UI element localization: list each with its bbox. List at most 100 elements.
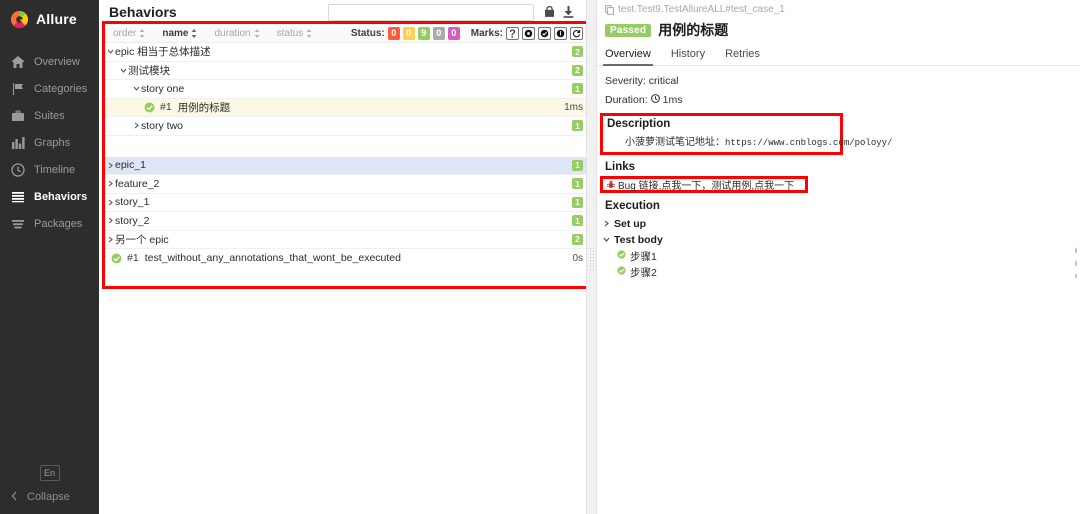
passed-status-icon bbox=[144, 102, 155, 113]
tree-row-number: #1 bbox=[160, 101, 172, 114]
list-icon bbox=[11, 190, 25, 204]
status-badge-broken[interactable]: 0 bbox=[402, 26, 415, 40]
status-badge-skipped[interactable]: 0 bbox=[432, 26, 445, 40]
duration-label: Duration: bbox=[605, 94, 648, 106]
chevron-down-icon bbox=[118, 67, 128, 74]
home-icon bbox=[11, 55, 25, 69]
search-wrapper bbox=[187, 3, 534, 21]
sort-toolbar: order name duration status Status: 0 0 9… bbox=[105, 24, 589, 43]
execution-heading: Execution bbox=[605, 200, 660, 212]
tree-row-count: 2 bbox=[572, 64, 583, 76]
sidebar-item-graphs[interactable]: Graphs bbox=[0, 129, 99, 156]
duration-value: 1ms bbox=[662, 94, 683, 106]
flag-icon bbox=[11, 82, 25, 96]
sidebar-item-categories[interactable]: Categories bbox=[0, 75, 99, 102]
tree-row-label: story two bbox=[141, 119, 184, 132]
bug-link-icon bbox=[607, 178, 615, 192]
sort-arrows-icon bbox=[139, 28, 145, 38]
tree-row-feature-2[interactable]: feature_2 1 bbox=[105, 175, 589, 194]
info-icon[interactable] bbox=[544, 6, 555, 18]
sidebar-item-suites[interactable]: Suites bbox=[0, 102, 99, 129]
tree-row-label: test_without_any_annotations_that_wont_b… bbox=[144, 252, 401, 265]
tree-row-count: 1 bbox=[572, 159, 583, 171]
fixed-icon[interactable] bbox=[538, 26, 551, 40]
chevron-right-icon bbox=[105, 180, 115, 187]
chevron-right-icon bbox=[105, 199, 115, 206]
tree-row-other-epic[interactable]: 另一个 epic 2 bbox=[105, 231, 589, 249]
clock-icon bbox=[11, 162, 25, 177]
pane-resize-handle[interactable] bbox=[586, 0, 597, 514]
behaviors-tree-highlight-box: order name duration status Status: 0 0 9… bbox=[102, 21, 592, 289]
unknown-icon[interactable] bbox=[522, 26, 535, 40]
tree-row-label: epic_1 bbox=[115, 159, 146, 172]
sort-status[interactable]: status bbox=[277, 28, 313, 39]
tree-row-label: 用例的标题 bbox=[177, 101, 231, 114]
sidebar-item-label: Behaviors bbox=[34, 190, 88, 203]
sidebar-item-label: Timeline bbox=[34, 163, 76, 176]
test-detail-pane: test.Test9.TestAllureALL#test_case_1 Pas… bbox=[597, 0, 1080, 514]
tree-row-duration: 1ms bbox=[564, 101, 583, 113]
tree-row-story-2[interactable]: story_2 1 bbox=[105, 212, 589, 231]
tree-row-count: 1 bbox=[572, 83, 583, 95]
detail-tabs: Overview History Retries bbox=[597, 40, 1080, 66]
step-row[interactable]: 步骤2 bbox=[617, 264, 1080, 280]
layers-icon bbox=[11, 217, 25, 231]
copy-icon[interactable] bbox=[605, 4, 614, 15]
tree-row-module-group[interactable]: 测试模块 2 bbox=[105, 62, 589, 80]
tree-row-story-1[interactable]: story_1 1 bbox=[105, 194, 589, 212]
execution-row-test-body[interactable]: Test body bbox=[603, 232, 1080, 248]
sidebar-item-label: Graphs bbox=[34, 136, 71, 149]
links-heading: Links bbox=[605, 161, 636, 173]
download-icon[interactable] bbox=[563, 6, 574, 18]
tree-row-epic-1[interactable]: epic_1 1 bbox=[105, 156, 589, 175]
tree-row-label: 测试模块 bbox=[128, 64, 170, 77]
tree-row-story-two[interactable]: story two 1 bbox=[105, 117, 589, 136]
sort-order[interactable]: order bbox=[113, 28, 145, 39]
collapse-button[interactable]: Collapse bbox=[0, 488, 99, 506]
status-badge-unknown[interactable]: 0 bbox=[447, 26, 460, 40]
step-row[interactable]: 步骤1 bbox=[617, 248, 1080, 264]
sort-name[interactable]: name bbox=[162, 28, 197, 39]
tab-history[interactable]: History bbox=[671, 48, 705, 65]
bug-link-label[interactable]: Bug 链接,点我一下，测试用例,点我一下 bbox=[618, 177, 794, 192]
tree-row-epic-group[interactable]: epic 相当于总体描述 2 bbox=[105, 43, 589, 62]
status-badge-passed[interactable]: 9 bbox=[417, 26, 430, 40]
tree-row-count: 1 bbox=[572, 215, 583, 227]
filters-group: Status: 0 0 9 0 0 Marks: bbox=[351, 26, 583, 40]
sort-arrows-icon bbox=[306, 28, 312, 38]
right-resize-grip-icon[interactable] bbox=[1074, 244, 1078, 278]
passed-status-icon bbox=[617, 250, 626, 262]
sort-duration[interactable]: duration bbox=[214, 27, 260, 39]
sidebar-item-packages[interactable]: Packages bbox=[0, 210, 99, 237]
sidebar-item-label: Suites bbox=[34, 109, 65, 122]
regression-icon[interactable] bbox=[554, 26, 567, 40]
severity-label: Severity: critical bbox=[605, 75, 679, 87]
tree-row-count: 2 bbox=[572, 46, 583, 58]
tree-row-story-one[interactable]: story one 1 bbox=[105, 80, 589, 99]
sidebar: Allure Overview Categories Suites Graphs bbox=[0, 0, 99, 514]
status-badge-failed[interactable]: 0 bbox=[387, 26, 400, 40]
retry-icon[interactable] bbox=[570, 26, 583, 40]
chevron-right-icon bbox=[105, 236, 115, 243]
tree-row-count: 1 bbox=[572, 178, 583, 190]
breadcrumb[interactable]: test.Test9.TestAllureALL#test_case_1 bbox=[597, 0, 1080, 15]
description-url: https://www.cnblogs.com/poloyy/ bbox=[725, 138, 893, 148]
briefcase-icon bbox=[11, 109, 25, 123]
tab-retries[interactable]: Retries bbox=[725, 48, 760, 65]
tab-overview[interactable]: Overview bbox=[603, 48, 653, 66]
language-button[interactable]: En bbox=[39, 465, 60, 481]
test-title-row: Passed 用例的标题 bbox=[597, 15, 1080, 40]
sidebar-item-overview[interactable]: Overview bbox=[0, 48, 99, 75]
execution-row-setup[interactable]: Set up bbox=[603, 216, 1080, 232]
brand[interactable]: Allure bbox=[0, 0, 99, 38]
tree-row-test-case-selected[interactable]: #1 用例的标题 1ms bbox=[105, 98, 589, 117]
step-label: 步骤1 bbox=[630, 250, 657, 263]
sidebar-item-behaviors[interactable]: Behaviors bbox=[0, 183, 99, 210]
sort-duration-label: duration bbox=[214, 27, 251, 39]
severity-row: Severity: critical bbox=[605, 75, 1080, 87]
sidebar-item-timeline[interactable]: Timeline bbox=[0, 156, 99, 183]
search-input[interactable] bbox=[328, 3, 534, 21]
flaky-icon[interactable] bbox=[506, 26, 519, 40]
breadcrumb-label: test.Test9.TestAllureALL#test_case_1 bbox=[618, 4, 785, 15]
tree-row-unannotated-test[interactable]: #1 test_without_any_annotations_that_won… bbox=[105, 249, 589, 268]
